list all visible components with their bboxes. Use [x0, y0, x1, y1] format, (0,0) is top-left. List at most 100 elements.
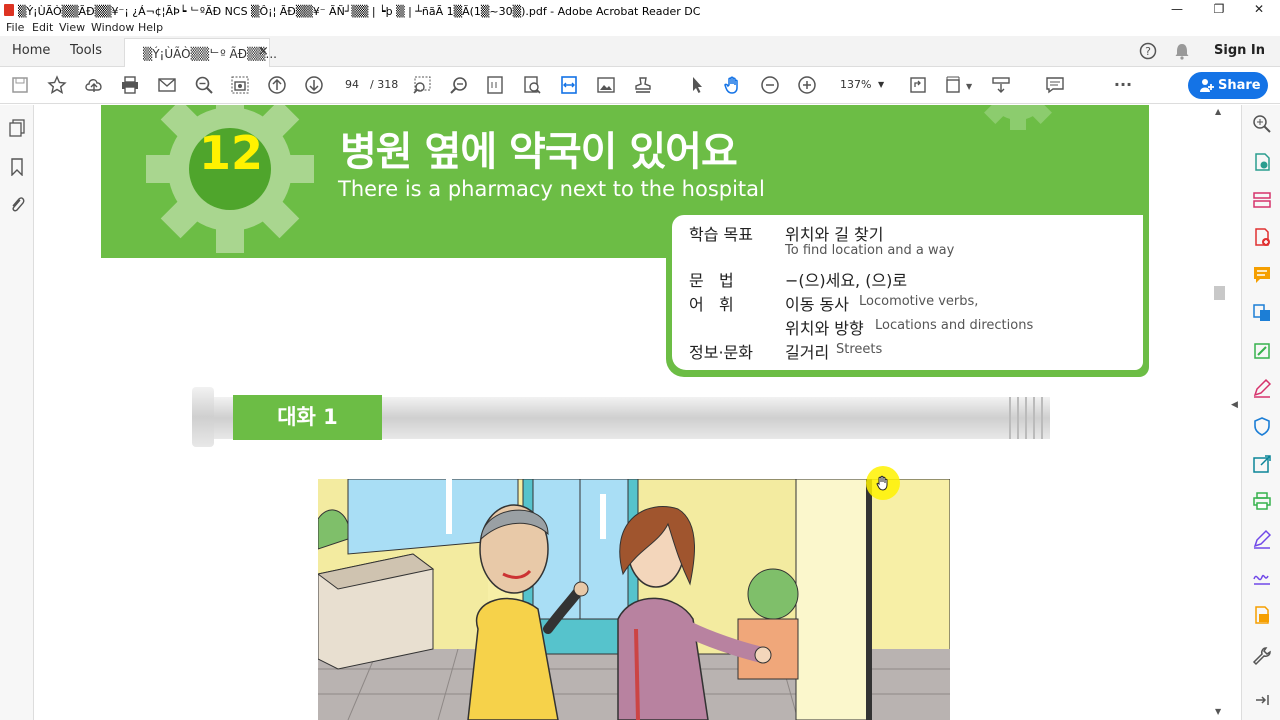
- export-pdf-icon[interactable]: [1252, 152, 1272, 172]
- rotate-page-icon[interactable]: [908, 75, 928, 95]
- decorative-gear-icon: [984, 105, 1052, 130]
- previous-page-icon[interactable]: [267, 75, 287, 95]
- menu-edit[interactable]: Edit: [32, 21, 53, 34]
- lesson-number: 12: [198, 126, 263, 180]
- dialogue-illustration: [318, 479, 950, 720]
- snapshot-camera-icon[interactable]: [230, 75, 250, 95]
- tab-home[interactable]: Home: [12, 43, 50, 58]
- document-tab-label: ▒Ý¡ÙÃÒ▒▒ᄂº ÃÐ▒▒...: [143, 47, 277, 61]
- request-signature-icon[interactable]: [1252, 567, 1272, 587]
- attachments-paperclip-icon[interactable]: [9, 195, 25, 213]
- next-page-icon[interactable]: [304, 75, 324, 95]
- page-total-value: 318: [377, 78, 399, 91]
- page-display-icon[interactable]: ▼: [944, 75, 974, 95]
- pdf-file-icon: [4, 4, 14, 16]
- collapse-tools-icon[interactable]: [1254, 692, 1270, 708]
- save-icon[interactable]: [10, 75, 30, 95]
- window-title: ▒Ý¡ÙÃÒ▒▒ÃÐ▒▒¥⁻¡ ¿Á¬¢¦ÃÞ┕ ᄂºÃÐ NCS ▒Ô¡¦ Ã…: [18, 5, 701, 18]
- print-icon[interactable]: [120, 75, 140, 95]
- scroll-up-arrow[interactable]: ▲: [1215, 107, 1221, 116]
- toolbar: 94 / 318 137% ▼ ▼ ··· Share: [0, 67, 1280, 104]
- edit-pdf-icon[interactable]: [1252, 341, 1272, 361]
- find-text-icon[interactable]: [522, 75, 542, 95]
- scroll-down-arrow[interactable]: ▼: [1215, 707, 1221, 716]
- zoom-level-select[interactable]: 137% ▼: [832, 75, 890, 95]
- send-for-review-icon[interactable]: [1252, 605, 1272, 625]
- select-cursor-icon[interactable]: [687, 75, 707, 95]
- sign-in-link[interactable]: Sign In: [1214, 43, 1265, 58]
- marquee-zoom-icon[interactable]: [412, 75, 432, 95]
- right-tools-panel: [1241, 105, 1280, 720]
- combine-files-icon[interactable]: [1252, 303, 1272, 323]
- page-separator: /: [370, 78, 374, 91]
- scroll-mode-icon[interactable]: [991, 75, 1011, 95]
- menu-file[interactable]: File: [6, 21, 24, 34]
- create-pdf-icon[interactable]: [1252, 227, 1272, 247]
- tab-tools[interactable]: Tools: [70, 43, 102, 58]
- protect-shield-icon[interactable]: [1252, 416, 1272, 436]
- star-bookmark-icon[interactable]: [47, 75, 67, 95]
- goal-culture-korean: 길거리: [785, 343, 830, 362]
- goal-culture-english: Streets: [836, 342, 883, 357]
- title-bar: ▒Ý¡ÙÃÒ▒▒ÃÐ▒▒¥⁻¡ ¿Á¬¢¦ÃÞ┕ ᄂºÃÐ NCS ▒Ô¡¦ Ã…: [0, 0, 1280, 20]
- help-icon[interactable]: ?: [1139, 42, 1157, 60]
- fill-sign-icon[interactable]: [1252, 378, 1272, 398]
- minimize-button[interactable]: —: [1162, 2, 1192, 18]
- goal-label-culture: 정보·문화: [689, 343, 753, 362]
- signature-pen-icon[interactable]: [1252, 529, 1272, 549]
- hand-cursor-icon: [876, 475, 888, 491]
- zoom-out-icon[interactable]: [760, 75, 780, 95]
- lesson-title-english: There is a pharmacy next to the hospital: [338, 177, 765, 201]
- close-tab-icon[interactable]: ×: [258, 44, 269, 59]
- bookmarks-icon[interactable]: [10, 158, 24, 176]
- page-thumbnails-icon[interactable]: [9, 119, 26, 137]
- goal-vocabulary-korean: 이동 동사: [785, 295, 849, 314]
- email-icon[interactable]: [157, 75, 177, 95]
- document-viewport[interactable]: 12 병원 옆에 약국이 있어요 There is a pharmacy nex…: [35, 105, 1212, 720]
- zoom-search-icon[interactable]: [449, 75, 469, 95]
- maximize-button[interactable]: ❐: [1204, 2, 1234, 18]
- menu-view[interactable]: View: [59, 21, 85, 34]
- more-tools-wrench-icon[interactable]: [1252, 646, 1272, 666]
- goal-label-grammar: 문 법: [689, 271, 734, 290]
- goal-vocabulary2-korean: 위치와 방향: [785, 319, 864, 338]
- comment-icon[interactable]: [1045, 75, 1065, 95]
- menu-help[interactable]: Help: [138, 21, 163, 34]
- share-button[interactable]: Share: [1188, 72, 1268, 99]
- goal-label-vocabulary: 어 휘: [689, 295, 734, 314]
- goal-objective-korean: 위치와 길 찾기: [785, 225, 884, 244]
- dialogue-label: 대화 1: [277, 405, 338, 429]
- notification-bell-icon[interactable]: [1174, 42, 1190, 60]
- goal-objective-english: To find location and a way: [785, 243, 955, 258]
- zoom-level-value: 137%: [840, 78, 872, 91]
- search-zoom-icon[interactable]: [194, 75, 214, 95]
- svg-text:▼: ▼: [966, 82, 973, 91]
- goal-label-objective: 학습 목표: [689, 225, 753, 244]
- vertical-scrollbar[interactable]: ▲ ▼: [1212, 105, 1228, 720]
- lesson-title-korean: 병원 옆에 약국이 있어요: [340, 129, 738, 175]
- share-person-icon: [1200, 79, 1214, 92]
- tab-document[interactable]: ▒Ý¡ÙÃÒ▒▒ᄂº ÃÐ▒▒... ×: [124, 38, 277, 67]
- image-tool-icon[interactable]: [596, 75, 616, 95]
- comment-tool-icon[interactable]: [1252, 265, 1272, 285]
- cloud-upload-icon[interactable]: [84, 75, 104, 95]
- fit-width-icon[interactable]: [559, 75, 579, 95]
- print-production-icon[interactable]: [1252, 491, 1272, 511]
- export-image-icon[interactable]: [1252, 454, 1272, 474]
- organize-pages-icon[interactable]: [1252, 190, 1272, 210]
- close-window-button[interactable]: ✕: [1244, 2, 1274, 18]
- learning-goals-box: 학습 목표 위치와 길 찾기 To find location and a wa…: [672, 215, 1143, 370]
- scrollbar-thumb[interactable]: [1214, 286, 1225, 300]
- svg-text:?: ?: [1145, 45, 1151, 58]
- goal-vocabulary-english: Locomotive verbs,: [859, 294, 979, 309]
- single-page-view-icon[interactable]: [485, 75, 505, 95]
- more-options-icon[interactable]: ···: [1113, 75, 1133, 95]
- stamp-icon[interactable]: [633, 75, 653, 95]
- zoom-tool-icon[interactable]: [1252, 114, 1272, 134]
- page-number-input[interactable]: 94: [337, 75, 367, 95]
- goal-vocabulary2-english: Locations and directions: [875, 318, 1034, 333]
- zoom-in-icon[interactable]: [797, 75, 817, 95]
- collapse-right-panel-arrow[interactable]: ◀: [1231, 400, 1238, 410]
- hand-tool-icon[interactable]: [723, 75, 743, 95]
- menu-window[interactable]: Window: [91, 21, 134, 34]
